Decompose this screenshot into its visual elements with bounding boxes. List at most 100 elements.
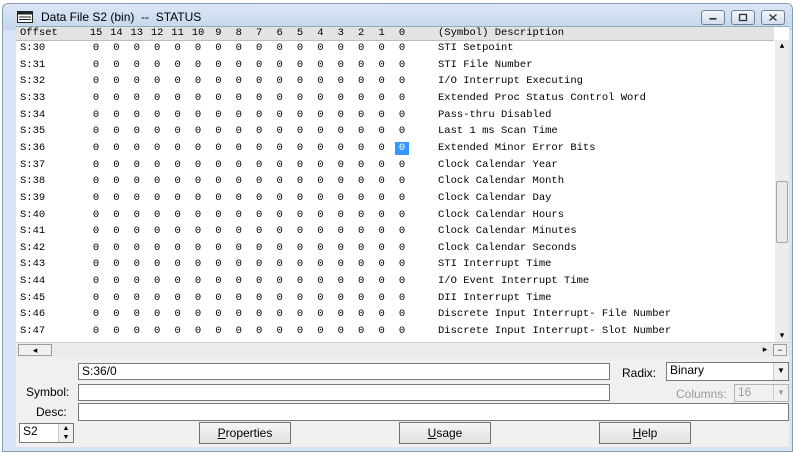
bit-cell[interactable]: 0: [130, 325, 144, 338]
bit-cell[interactable]: 0: [109, 175, 123, 188]
bit-cell[interactable]: 0: [334, 242, 348, 255]
bit-cell[interactable]: 0: [354, 59, 368, 72]
bit-cell[interactable]: 0: [130, 209, 144, 222]
bit-cell[interactable]: 0: [395, 275, 409, 288]
bit-cell[interactable]: 0: [211, 192, 225, 205]
bit-cell[interactable]: 0: [313, 292, 327, 305]
bit-cell[interactable]: 0: [252, 175, 266, 188]
table-row[interactable]: S:43 0 0 0 0 0 0 0 0 0 0 0 0 0 0 0 0 STI Interrupt Time: [16, 256, 774, 273]
bit-cell[interactable]: 0: [313, 225, 327, 238]
bit-cell[interactable]: 0: [354, 175, 368, 188]
bit-cell[interactable]: 0: [191, 325, 205, 338]
bit-cell[interactable]: 0: [191, 292, 205, 305]
bit-cell[interactable]: 0: [191, 159, 205, 172]
bit-cell[interactable]: 0: [109, 92, 123, 105]
bit-cell[interactable]: 0: [191, 275, 205, 288]
vertical-scrollbar[interactable]: ▴ ▾: [775, 40, 789, 343]
bit-cell[interactable]: 0: [191, 75, 205, 88]
bit-cell[interactable]: 0: [334, 125, 348, 138]
bit-cell[interactable]: 0: [395, 192, 409, 205]
bit-cell[interactable]: 0: [252, 225, 266, 238]
radix-select[interactable]: Binary ▼: [666, 362, 789, 381]
bit-cell[interactable]: 0: [354, 109, 368, 122]
bit-cell[interactable]: 0: [191, 109, 205, 122]
bit-cell[interactable]: 0: [252, 59, 266, 72]
bit-cell[interactable]: 0: [395, 175, 409, 188]
bit-cell[interactable]: 0: [232, 159, 246, 172]
bit-cell[interactable]: 0: [211, 92, 225, 105]
scroll-up-icon[interactable]: ▴: [775, 40, 789, 52]
bit-cell[interactable]: 0: [395, 258, 409, 271]
bit-cell[interactable]: 0: [109, 209, 123, 222]
bit-cell[interactable]: 0: [252, 92, 266, 105]
bit-cell[interactable]: 0: [313, 125, 327, 138]
bit-cell[interactable]: 0: [171, 75, 185, 88]
bit-cell[interactable]: 0: [211, 258, 225, 271]
table-row[interactable]: S:31 0 0 0 0 0 0 0 0 0 0 0 0 0 0 0 0 STI File Number: [16, 57, 774, 74]
bit-cell[interactable]: 0: [150, 292, 164, 305]
bit-cell[interactable]: 0: [375, 225, 389, 238]
bit-cell[interactable]: 0: [211, 225, 225, 238]
bit-cell[interactable]: 0: [232, 142, 246, 155]
bit-cell[interactable]: 0: [334, 325, 348, 338]
bit-cell[interactable]: 0: [273, 75, 287, 88]
table-row[interactable]: S:45 0 0 0 0 0 0 0 0 0 0 0 0 0 0 0 0 DII Interrupt Time: [16, 290, 774, 307]
bit-cell[interactable]: 0: [375, 242, 389, 255]
bit-cell[interactable]: 0: [395, 242, 409, 255]
bit-cell[interactable]: 0: [109, 292, 123, 305]
bit-cell[interactable]: 0: [150, 125, 164, 138]
bit-cell[interactable]: 0: [334, 308, 348, 321]
maximize-button[interactable]: [731, 10, 755, 25]
bit-cell[interactable]: 0: [171, 242, 185, 255]
scroll-right-icon[interactable]: ▸: [758, 344, 772, 356]
bit-cell[interactable]: 0: [334, 209, 348, 222]
bit-cell[interactable]: 0: [171, 159, 185, 172]
bit-cell[interactable]: 0: [354, 308, 368, 321]
table-row[interactable]: S:39 0 0 0 0 0 0 0 0 0 0 0 0 0 0 0 0 Clock Calendar Day: [16, 190, 774, 207]
bit-cell[interactable]: 0: [130, 75, 144, 88]
bit-cell[interactable]: 0: [273, 225, 287, 238]
bit-cell[interactable]: 0: [150, 159, 164, 172]
bit-cell[interactable]: 0: [150, 142, 164, 155]
bit-cell[interactable]: 0: [109, 125, 123, 138]
bit-cell[interactable]: 0: [232, 209, 246, 222]
bit-cell[interactable]: 0: [130, 292, 144, 305]
bit-cell[interactable]: 0: [313, 242, 327, 255]
bit-cell[interactable]: 0: [130, 125, 144, 138]
spin-arrows-icon[interactable]: ▲ ▼: [58, 424, 73, 442]
bit-cell[interactable]: 0: [191, 308, 205, 321]
bit-cell[interactable]: 0: [109, 109, 123, 122]
bit-cell[interactable]: 0: [313, 275, 327, 288]
bit-cell[interactable]: 0: [354, 275, 368, 288]
bit-cell[interactable]: 0: [375, 92, 389, 105]
bit-cell[interactable]: 0: [150, 42, 164, 55]
bit-cell[interactable]: 0: [313, 209, 327, 222]
bit-cell[interactable]: 0: [334, 275, 348, 288]
bit-cell[interactable]: 0: [293, 242, 307, 255]
bit-cell[interactable]: 0: [313, 42, 327, 55]
bit-cell[interactable]: 0: [293, 292, 307, 305]
scroll-down-icon[interactable]: ▾: [775, 330, 789, 342]
bit-cell[interactable]: 0: [171, 275, 185, 288]
bit-cell[interactable]: 0: [375, 258, 389, 271]
bit-cell[interactable]: 0: [334, 42, 348, 55]
bit-cell[interactable]: 0: [334, 225, 348, 238]
bit-cell[interactable]: 0: [109, 42, 123, 55]
bit-cell[interactable]: 0: [313, 109, 327, 122]
bit-cell[interactable]: 0: [150, 75, 164, 88]
bit-cell[interactable]: 0: [313, 92, 327, 105]
bit-cell[interactable]: 0: [354, 292, 368, 305]
bit-cell[interactable]: 0: [171, 292, 185, 305]
bit-cell[interactable]: 0: [89, 292, 103, 305]
bit-cell[interactable]: 0: [211, 125, 225, 138]
bit-cell[interactable]: 0: [273, 109, 287, 122]
bit-cell[interactable]: 0: [191, 42, 205, 55]
bit-cell[interactable]: 0: [252, 125, 266, 138]
bit-cell[interactable]: 0: [109, 192, 123, 205]
bit-cell[interactable]: 0: [171, 192, 185, 205]
bit-cell[interactable]: 0: [130, 225, 144, 238]
bit-cell[interactable]: 0: [354, 325, 368, 338]
bit-cell[interactable]: 0: [211, 42, 225, 55]
bit-cell[interactable]: 0: [375, 42, 389, 55]
bit-cell[interactable]: 0: [375, 175, 389, 188]
